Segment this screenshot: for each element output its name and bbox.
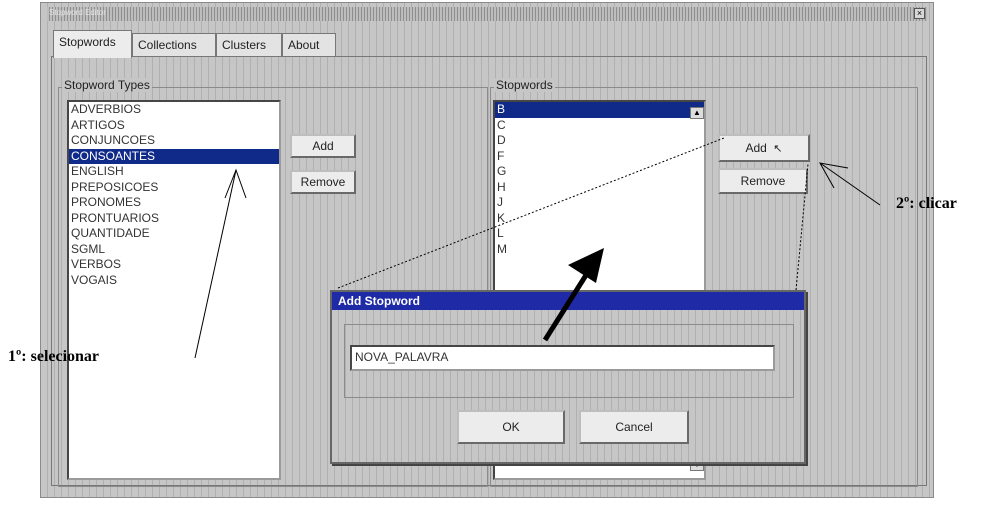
annotation-arrows (194, 162, 881, 359)
arrow-step2 (819, 162, 881, 206)
arrow-step1 (194, 168, 247, 359)
annotation-step1: 1º: selecionar (8, 348, 100, 365)
annotation-step2: 2º: clicar (896, 195, 957, 212)
tab-stopwords[interactable]: Stopwords (53, 30, 132, 58)
arrow-bold (542, 248, 604, 342)
